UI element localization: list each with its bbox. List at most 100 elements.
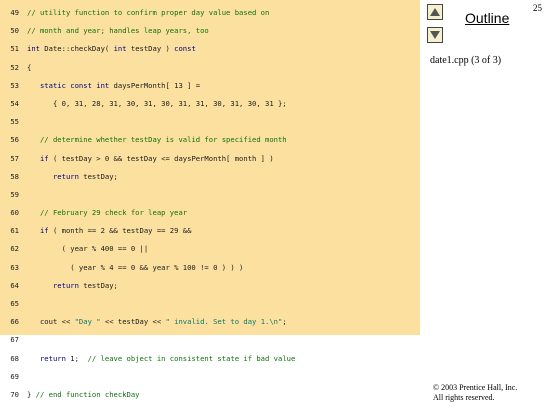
code-text: {: [27, 59, 31, 77]
line-number: 65: [10, 299, 19, 308]
code-token: // February 29 check for leap year: [39, 208, 188, 218]
line-number: 63: [10, 262, 19, 272]
line-number: 59: [10, 189, 19, 199]
code-line: 57 if ( testDay > 0 && testDay <= daysPe…: [0, 150, 420, 168]
code-token: ( testDay > 0 && testDay <= daysPerMonth…: [48, 153, 274, 163]
line-number: 61: [10, 226, 19, 236]
code-line: 62 ( year % 400 == 0 ||: [0, 240, 420, 258]
code-panel: 49 // utility function to confirm proper …: [0, 0, 420, 399]
code-line: 59: [0, 186, 420, 204]
code-text: static const int daysPerMonth[ 13 ] =: [27, 77, 200, 95]
code-token: daysPerMonth[ 13 ] =: [109, 80, 201, 90]
code-token: { 0, 31, 28, 31, 30, 31, 30, 31, 31, 30,…: [27, 98, 287, 108]
line-number: 70: [10, 389, 19, 399]
rights-line: All rights reserved.: [433, 393, 495, 402]
code-token: return: [52, 280, 79, 290]
code-line: 68 return 1; // leave object in consiste…: [0, 350, 420, 368]
code-line: 58 return testDay;: [0, 168, 420, 186]
line-number: 68: [10, 353, 19, 363]
code-line: 52 {: [0, 59, 420, 77]
code-token: " invalid. Set to day 1.\n": [165, 317, 283, 327]
code-line: 54 { 0, 31, 28, 31, 30, 31, 30, 31, 31, …: [0, 95, 420, 113]
code-text: return testDay;: [27, 277, 118, 295]
line-number: 52: [10, 62, 19, 72]
code-token: ;: [282, 317, 287, 327]
line-number: 49: [10, 8, 19, 17]
code-token: "Day ": [74, 317, 101, 327]
code-text: ( year % 400 == 0 ||: [27, 240, 149, 258]
code-token: }: [27, 389, 36, 399]
code-token: const: [174, 44, 196, 54]
code-line: 56 // determine whether testDay is valid…: [0, 131, 420, 149]
code-token: << testDay <<: [100, 317, 166, 327]
code-text: return testDay;: [27, 168, 118, 186]
line-number: 51: [10, 44, 19, 54]
code-token: if: [39, 153, 49, 163]
code-text: ( year % 4 == 0 && year % 100 != 0 ) ) ): [27, 259, 243, 277]
code-line: 61 if ( month == 2 && testDay == 29 &&: [0, 222, 420, 240]
arrow-down-icon: [430, 31, 440, 39]
code-token: cout <<: [27, 317, 75, 327]
code-token: // leave object in consistent state if b…: [87, 353, 296, 363]
code-line: 51 int Date::checkDay( int testDay ) cons…: [0, 40, 420, 58]
page-number: 25: [533, 3, 542, 13]
code-token: if: [39, 226, 49, 236]
line-number: 62: [10, 244, 19, 254]
code-text: // utility function to confirm proper da…: [27, 4, 269, 22]
line-number: 50: [10, 26, 19, 36]
code-token: Date::checkDay(: [39, 44, 114, 54]
code-token: testDay;: [78, 171, 118, 181]
line-number: 57: [10, 153, 19, 163]
line-number: 64: [10, 280, 19, 290]
line-number: 60: [10, 208, 19, 218]
file-label: date1.cpp (3 of 3): [430, 55, 502, 66]
code-token: return: [39, 353, 66, 363]
code-token: 1;: [65, 353, 88, 363]
code-token: // determine whether testDay is valid fo…: [39, 135, 287, 145]
code-text: // February 29 check for leap year: [27, 204, 187, 222]
copyright-notice: © 2003 Prentice Hall, Inc. All rights re…: [433, 383, 517, 403]
next-slide-button[interactable]: [427, 27, 443, 43]
code-text: return 1; // leave object in consistent …: [27, 350, 295, 368]
code-text: // determine whether testDay is valid fo…: [27, 131, 287, 149]
copyright-line: © 2003 Prentice Hall, Inc.: [433, 383, 518, 392]
line-number: 55: [10, 117, 19, 127]
code-text: cout << "Day " << testDay << " invalid. …: [27, 313, 287, 331]
code-token: // utility function to confirm proper da…: [27, 8, 270, 17]
code-text: if ( testDay > 0 && testDay <= daysPerMo…: [27, 150, 274, 168]
code-text: int Date::checkDay( int testDay ) const: [27, 40, 196, 58]
code-token: ( month == 2 && testDay == 29 &&: [48, 226, 192, 236]
code-line: 55: [0, 113, 420, 131]
line-number: 67: [10, 335, 19, 345]
code-text: { 0, 31, 28, 31, 30, 31, 30, 31, 31, 30,…: [27, 95, 287, 113]
line-number: 53: [10, 80, 19, 90]
line-number: 66: [10, 317, 19, 327]
code-token: int: [27, 44, 40, 54]
code-token: static const int: [39, 80, 110, 90]
code-token: // month and year; handles leap years, t…: [27, 26, 209, 36]
code-line: 70 } // end function checkDay: [0, 386, 420, 404]
code-line: 53 static const int daysPerMonth[ 13 ] =: [0, 77, 420, 95]
code-line: 65: [0, 295, 420, 313]
code-line: 64 return testDay;: [0, 277, 420, 295]
code-line: 49 // utility function to confirm proper …: [0, 4, 420, 22]
line-number: 69: [10, 371, 19, 381]
code-line: 50 // month and year; handles leap years,…: [0, 22, 420, 40]
line-number: 54: [10, 98, 19, 108]
line-number: 56: [10, 135, 19, 145]
code-line: 63 ( year % 4 == 0 && year % 100 != 0 ) …: [0, 259, 420, 277]
code-line: 69: [0, 368, 420, 386]
outline-link[interactable]: Outline: [465, 10, 509, 26]
code-line: 67: [0, 331, 420, 349]
code-text: if ( month == 2 && testDay == 29 &&: [27, 222, 191, 240]
previous-slide-button[interactable]: [427, 4, 443, 20]
code-token: testDay ): [126, 44, 175, 54]
code-text: } // end function checkDay: [27, 386, 140, 404]
